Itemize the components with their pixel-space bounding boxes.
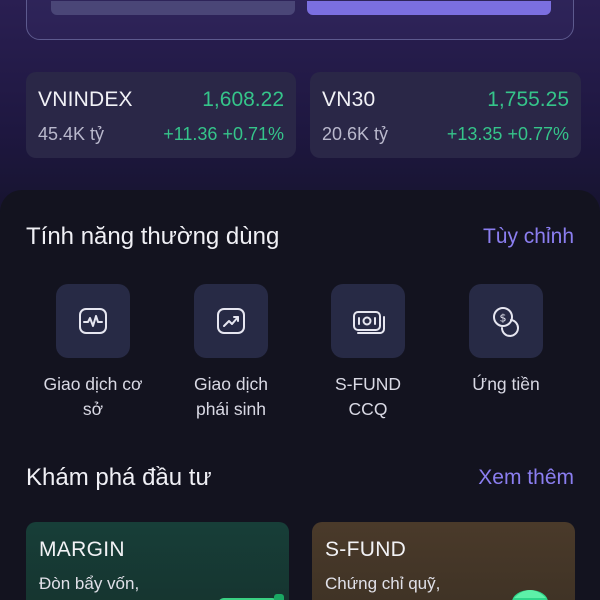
explore-card-title: MARGIN (39, 538, 125, 561)
explore-card-sfund[interactable]: S-FUND Chứng chỉ quỹ, (312, 522, 575, 600)
feature-cash-advance[interactable]: $ Ứng tiền (437, 284, 575, 397)
index-volume: 20.6K tỷ (322, 124, 389, 144)
svg-text:$: $ (500, 312, 507, 325)
feature-derivatives[interactable]: Giao dịch phái sinh (162, 284, 300, 422)
features-section-title: Tính năng thường dùng (26, 223, 280, 250)
margin-illustration-icon (219, 594, 284, 600)
feature-label-line2: sở (82, 399, 104, 419)
feature-label-line2: phái sinh (195, 399, 267, 419)
explore-card-margin[interactable]: MARGIN Đòn bẩy vốn, (26, 522, 289, 600)
index-name: VNINDEX (38, 88, 133, 111)
feature-label-line1: Ứng tiền (472, 374, 540, 394)
explore-section-title: Khám phá đầu tư (26, 464, 212, 491)
index-value: 1,755.25 (487, 88, 569, 111)
feature-base-trading[interactable]: Giao dịch cơ sở (24, 284, 162, 422)
feature-label-line1: S-FUND (334, 374, 402, 394)
coins-icon: $ (469, 284, 543, 358)
top-secondary-button[interactable] (51, 1, 295, 15)
index-card-vnindex[interactable]: VNINDEX 1,608.22 45.4K tỷ +11.36 +0.71% (26, 72, 296, 158)
see-more-link[interactable]: Xem thêm (478, 466, 574, 490)
index-card-vn30[interactable]: VN30 1,755.25 20.6K tỷ +13.35 +0.77% (310, 72, 581, 158)
index-change: +13.35 +0.77% (446, 124, 569, 144)
trend-up-icon (194, 284, 268, 358)
top-action-card (26, 0, 574, 40)
money-stack-icon (331, 284, 405, 358)
index-volume: 45.4K tỷ (38, 124, 105, 144)
top-primary-button[interactable] (307, 1, 551, 15)
feature-sfund-ccq[interactable]: S-FUND CCQ (299, 284, 437, 422)
index-value: 1,608.22 (202, 88, 284, 111)
feature-label-line2: CCQ (348, 399, 388, 419)
index-change: +11.36 +0.71% (163, 124, 284, 144)
sfund-illustration-icon (512, 590, 548, 600)
main-panel: Tính năng thường dùng Tùy chỉnh Giao dịc… (0, 190, 600, 600)
index-name: VN30 (322, 88, 376, 111)
chart-line-icon (56, 284, 130, 358)
feature-label-line1: Giao dịch (194, 374, 268, 394)
explore-card-title: S-FUND (325, 538, 407, 561)
customize-link[interactable]: Tùy chỉnh (483, 225, 574, 249)
feature-label-line1: Giao dịch cơ (43, 374, 143, 394)
